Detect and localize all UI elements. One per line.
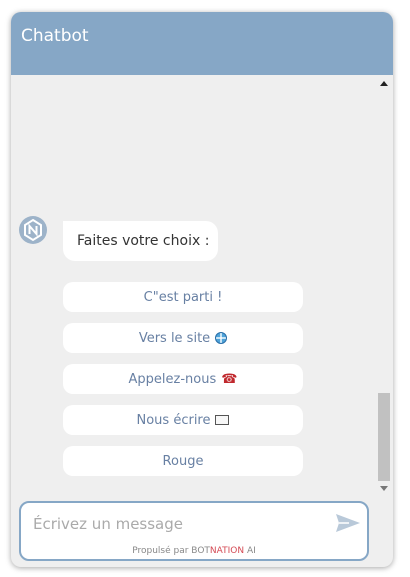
bot-logo-icon xyxy=(20,217,46,243)
send-icon[interactable] xyxy=(335,513,361,533)
choice-label: Appelez-nous xyxy=(128,371,217,387)
chat-header: Chatbot xyxy=(11,12,393,75)
powered-by-footer: Propulsé par BOTNATION AI xyxy=(21,546,367,556)
bot-message-text: Faites votre choix : xyxy=(77,233,210,249)
powered-by-prefix: Propulsé par BOT xyxy=(132,546,210,556)
phone-icon: ☎ xyxy=(221,371,238,387)
message-list: Faites votre choix : C"est parti ! Vers … xyxy=(11,75,377,493)
message-input[interactable] xyxy=(33,513,323,535)
envelope-icon xyxy=(215,415,230,425)
bot-message-bubble: Faites votre choix : xyxy=(63,221,218,261)
choice-button-rouge[interactable]: Rouge xyxy=(63,446,303,476)
choice-label: Vers le site xyxy=(138,330,211,346)
message-composer: Propulsé par BOTNATION AI xyxy=(19,501,369,561)
chat-widget: Chatbot Faites votre choix : C"est parti… xyxy=(11,12,393,567)
scroll-up-arrow-icon[interactable] xyxy=(380,81,388,86)
choice-label: Nous écrire xyxy=(136,412,211,428)
scrollbar-thumb[interactable] xyxy=(378,393,390,481)
scroll-down-arrow-icon[interactable] xyxy=(380,486,388,491)
bot-avatar xyxy=(19,216,47,244)
powered-by-brand: NATION xyxy=(209,546,245,556)
globe-icon xyxy=(215,332,228,344)
choice-button-nous-ecrire[interactable]: Nous écrire xyxy=(63,405,303,435)
powered-by-suffix: AI xyxy=(244,546,256,556)
choice-button-cest-parti[interactable]: C"est parti ! xyxy=(63,282,303,312)
choice-label: Rouge xyxy=(162,453,204,469)
choice-label: C"est parti ! xyxy=(143,289,223,305)
choice-button-appelez-nous[interactable]: Appelez-nous ☎ xyxy=(63,364,303,394)
choice-button-vers-le-site[interactable]: Vers le site xyxy=(63,323,303,353)
message-scrollbar[interactable] xyxy=(377,75,391,493)
chat-title: Chatbot xyxy=(21,26,89,46)
